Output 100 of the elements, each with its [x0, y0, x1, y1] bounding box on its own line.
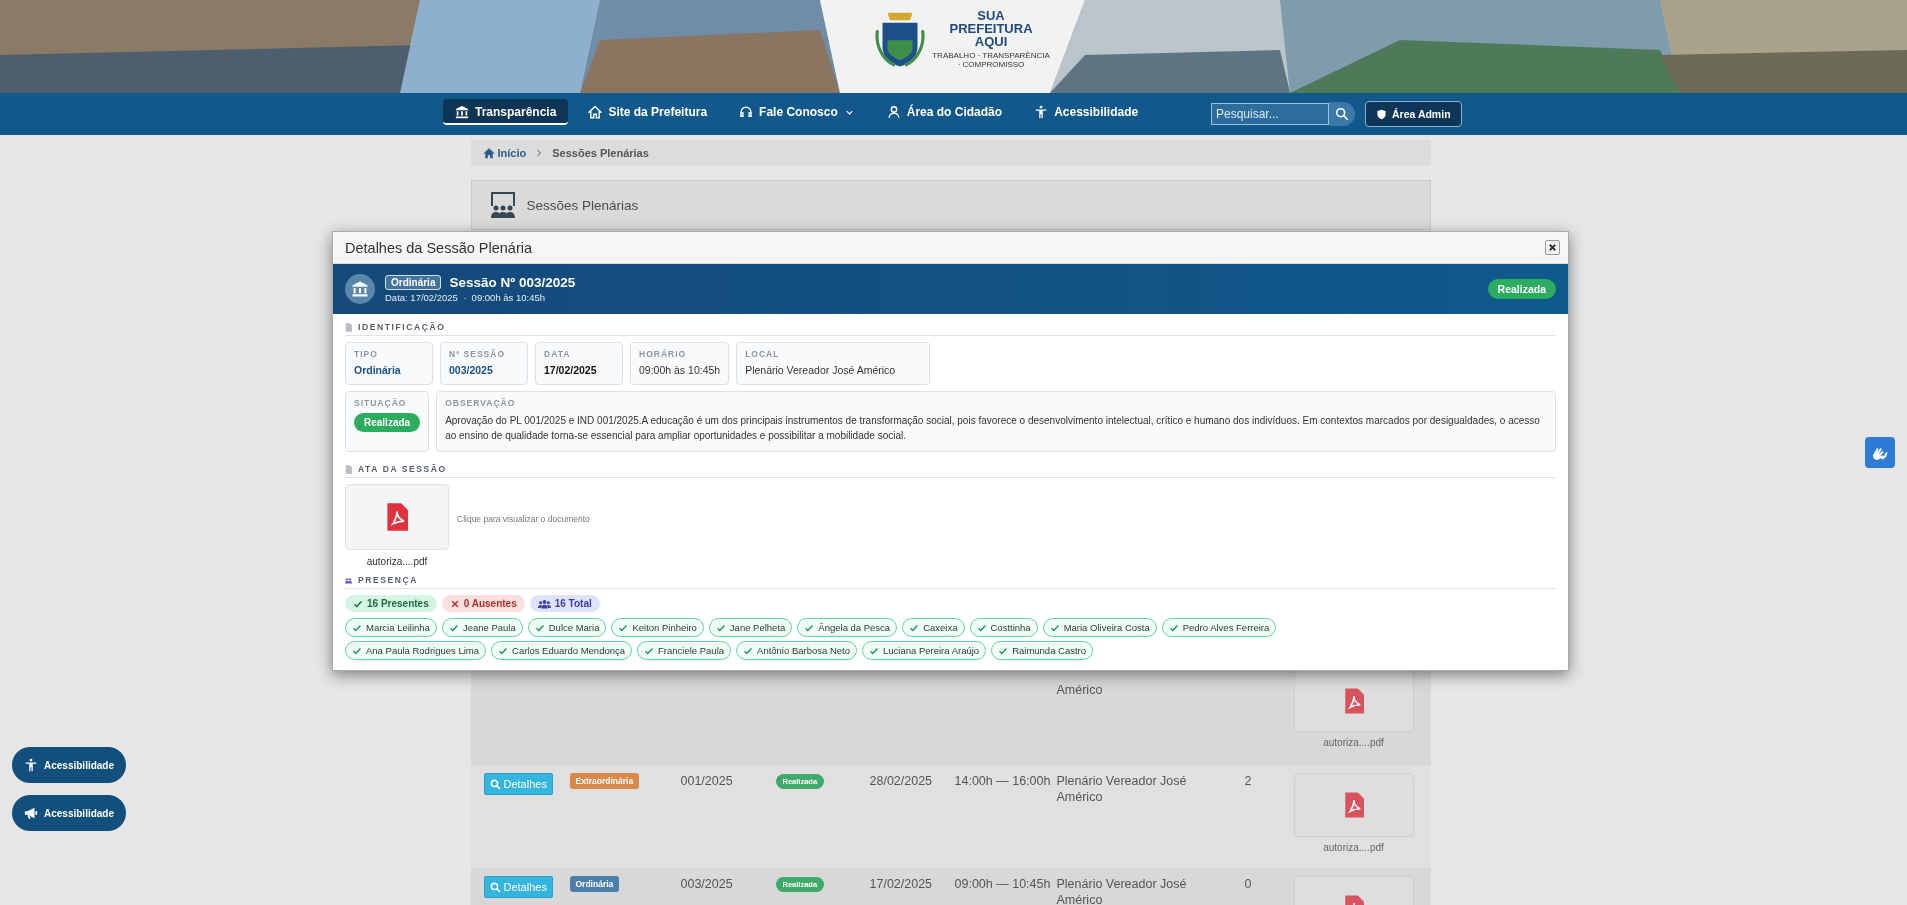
check-icon	[909, 622, 920, 633]
check-icon	[804, 622, 815, 633]
member-chip: Ângela da Pesca	[797, 618, 898, 637]
member-chip: Antônio Barbosa Neto	[736, 641, 857, 660]
table-cell-text: 28/02/2025	[869, 773, 934, 790]
check-icon	[353, 598, 363, 609]
breadcrumb-current: Sessões Plenárias	[552, 146, 649, 159]
section-heading: IDENTIFICAÇÃO	[358, 322, 446, 332]
member-chip: Luciana Pereira Araújo	[862, 641, 987, 660]
member-chip: Raimunda Castro	[991, 641, 1094, 660]
attendance-summary: 16 Presentes	[345, 595, 437, 612]
nav-link[interactable]: Área do Cidadão	[874, 99, 1015, 125]
member-chip: Jeane Paula	[441, 618, 523, 637]
pdf-icon	[386, 503, 408, 531]
pdf-icon	[1343, 688, 1364, 714]
accessibility-button[interactable]: Acessibilidade	[12, 795, 127, 831]
document-icon	[345, 322, 352, 332]
document-card[interactable]	[1293, 670, 1414, 732]
check-icon	[618, 622, 629, 633]
close-button[interactable]	[1545, 240, 1560, 255]
field-label: HORÁRIO	[639, 349, 688, 359]
member-chip: Franciele Paula	[637, 641, 732, 660]
check-icon	[1049, 622, 1060, 633]
field-label: Nº SESSÃO	[449, 349, 507, 359]
megaphone-icon	[24, 806, 38, 820]
file-name: autoriza....pdf	[366, 556, 428, 567]
table-cell-text: 0	[1244, 876, 1253, 893]
bank-icon	[345, 274, 375, 304]
search-icon	[1335, 107, 1349, 121]
breadcrumb-link[interactable]: Início	[482, 146, 527, 159]
check-icon	[976, 622, 987, 633]
member-chip: Maria Oliveira Costa	[1042, 618, 1157, 637]
cross-icon	[449, 598, 460, 609]
field-value: 09:00h às 10:45h	[639, 364, 721, 376]
table-cell-text: 003/2025	[680, 876, 734, 893]
type-badge: Extraordinária	[569, 773, 640, 789]
users-icon	[345, 575, 352, 585]
section-heading: ATA DA SESSÃO	[358, 464, 447, 474]
document-card[interactable]	[1293, 773, 1414, 837]
field-label: DATA	[544, 349, 572, 359]
panel-title: Sessões Plenárias	[526, 197, 639, 213]
status-badge: Realizada	[354, 413, 421, 432]
nav-link[interactable]: Fale Conosco	[727, 99, 867, 125]
field-label: TIPO	[354, 349, 379, 359]
member-chip: Keiton Pinheiro	[611, 618, 704, 637]
field-label: SITUAÇÃO	[354, 398, 408, 408]
table-cell-text: Plenário Vereador José Américo	[1056, 876, 1188, 905]
accessibility-icon	[1034, 105, 1049, 119]
member-chip: Costtinha	[969, 618, 1038, 637]
nav-link[interactable]: Acessibilidade	[1022, 99, 1151, 125]
modal-title: Detalhes da Sessão Plenária	[345, 239, 532, 256]
session-date: Data: 17/02/2025 · 09:00h às 10:45h	[385, 292, 547, 303]
logo-text: SUA	[977, 9, 1005, 22]
search-field[interactable]: Pesquisar...	[1211, 103, 1329, 125]
check-icon	[1168, 622, 1179, 633]
field-value: Ordinária	[354, 364, 402, 376]
attendance-summary: 16 Total	[529, 595, 600, 612]
observation-text: Aprovação do PL 001/2025 e IND 001/2025.A educação é um dos principais instrumentos de transformação social, pois favorece o desenvolvimento intelectual, crítico e humano dos indivíduos. Em contextos marcados por desigualdades, o acesso ao ensino de qualidade torna-se essencial para ampliar oportunidades e possibilitar a mobilidade social.	[445, 414, 1541, 443]
member-chip: Ana Paula Rodrigues Lima	[345, 641, 486, 660]
search-button[interactable]	[1329, 102, 1355, 126]
pdf-icon	[1343, 792, 1364, 818]
file-hint: Clique para visualizar o documento	[457, 513, 590, 524]
table-cell-text: 14:00h — 16:00h	[954, 773, 1052, 790]
user-icon	[886, 105, 901, 119]
check-icon	[998, 645, 1009, 656]
nav-link[interactable]: Site da Prefeitura	[576, 99, 720, 125]
check-icon	[534, 622, 545, 633]
field-label: LOCAL	[745, 349, 781, 359]
document-card[interactable]	[345, 484, 449, 550]
sign-language-button[interactable]	[1865, 437, 1895, 468]
member-chip: Pedro Alves Ferreira	[1161, 618, 1277, 637]
session-title: Sessão Nº 003/2025	[449, 275, 576, 290]
check-icon	[715, 622, 726, 633]
check-icon	[743, 645, 754, 656]
section-heading: PRESENÇA	[358, 575, 419, 585]
type-badge: Ordinária	[385, 275, 442, 290]
accessibility-button[interactable]: Acessibilidade	[12, 747, 127, 783]
member-chip: Caxeixa	[902, 618, 965, 637]
status-badge: Realizada	[1487, 279, 1556, 299]
close-icon	[1547, 242, 1558, 253]
accessibility-icon	[24, 758, 38, 772]
check-icon	[498, 645, 508, 656]
field-value: 003/2025	[449, 364, 494, 376]
table-cell-text: 17/02/2025	[869, 876, 934, 893]
home-icon	[482, 146, 495, 159]
member-chip: Marcia Leilinha	[345, 618, 437, 637]
table-cell-text: Américo	[1056, 682, 1104, 699]
users-icon	[537, 598, 551, 609]
logo-text: AQUI	[974, 35, 1008, 48]
bank-icon	[455, 105, 469, 119]
nav-link[interactable]: Transparência	[443, 99, 569, 125]
shield-icon	[1376, 108, 1387, 120]
document-icon	[345, 464, 352, 474]
headset-icon	[739, 105, 754, 119]
check-icon	[352, 645, 362, 656]
home-icon	[588, 105, 603, 119]
file-name: autoriza....pdf	[1323, 842, 1384, 853]
admin-button[interactable]: Área Admin	[1365, 101, 1462, 127]
logo-text: PREFEITURA	[949, 22, 1033, 35]
check-icon	[448, 622, 459, 633]
